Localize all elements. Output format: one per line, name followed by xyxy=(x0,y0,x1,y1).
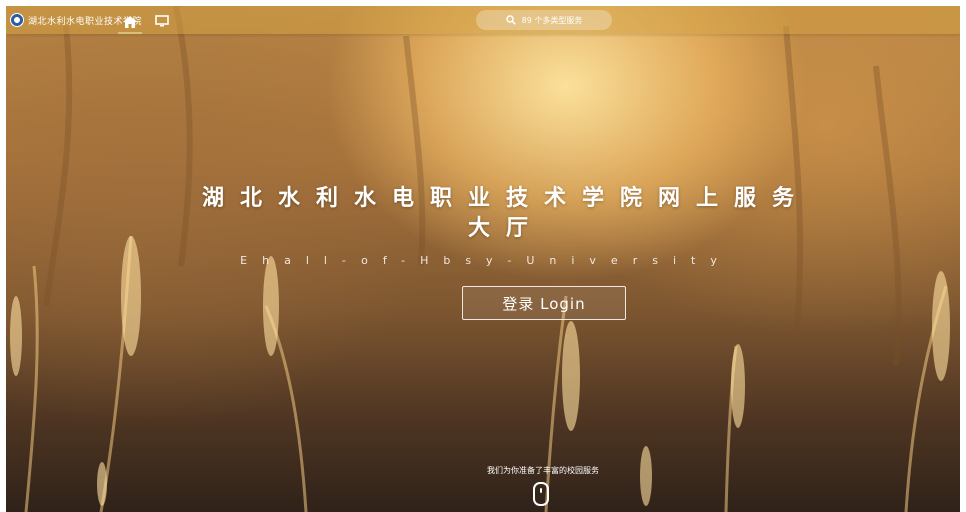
search-icon xyxy=(505,15,516,25)
school-emblem-icon xyxy=(10,13,24,27)
hero-title-line1: 湖北水利水电职业技术学院网上服务 xyxy=(201,186,810,211)
services-note: 我们为你准备了丰富的校园服务 xyxy=(487,466,599,475)
search-placeholder: 89 个多类型服务 xyxy=(521,15,583,25)
scroll-mouse-icon[interactable] xyxy=(533,482,549,506)
monitor-icon xyxy=(155,15,169,27)
nav-home-button[interactable] xyxy=(118,11,142,34)
nav-monitor-button[interactable] xyxy=(150,11,174,31)
page-frame: 湖北水利水电职业技术学院 89 个多类型服务 湖北水利水电职业技术学院网上服务 … xyxy=(6,6,960,512)
top-navigation-bar: 湖北水利水电职业技术学院 89 个多类型服务 xyxy=(6,6,960,34)
mouse-wheel xyxy=(540,488,542,493)
hero-subtitle: Ehall-of-Hbsy-University xyxy=(240,254,732,267)
hero-title: 湖北水利水电职业技术学院网上服务 大厅 xyxy=(156,184,856,244)
service-search-bar[interactable]: 89 个多类型服务 xyxy=(476,10,612,30)
login-button[interactable]: 登录 Login xyxy=(462,286,626,320)
hero-title-line2: 大厅 xyxy=(467,216,544,241)
home-icon xyxy=(123,15,137,28)
